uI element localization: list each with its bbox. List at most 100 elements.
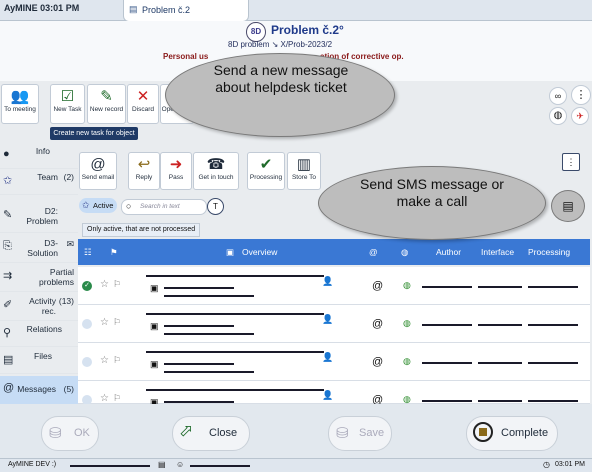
user-icon: 👤 (322, 276, 334, 286)
table-icon: ▤ (158, 460, 166, 469)
user-icon: 👤 (322, 314, 334, 324)
link-icon[interactable]: ∞ (549, 87, 567, 105)
sidebar-item-team[interactable]: ✩ Team (2) (0, 168, 78, 195)
flag-icon[interactable]: ⚐ (113, 355, 121, 366)
status-redacted (70, 465, 150, 467)
table-row[interactable]: ✓ ☆ ⚐ ▣ 👤 @ ◍ (78, 267, 590, 305)
message-icon: ▣ (150, 359, 159, 369)
mail-icon: ✉ (66, 239, 74, 249)
new-record-icon: ✎ (100, 88, 113, 105)
bottom-action-bar: ⛁ OK ⬀ Close ⛁ Save Complete (0, 404, 592, 460)
new-task-tooltip: Create new task for object (50, 127, 138, 140)
reply-icon: ↩ (137, 156, 151, 173)
star-icon[interactable]: ☆ (100, 393, 109, 404)
phone-icon: ☎ (206, 156, 226, 173)
interface-icon: ◍ (403, 318, 411, 328)
ok-button[interactable]: ⛁ OK (41, 416, 99, 451)
col-overview[interactable]: Overview (242, 247, 277, 257)
processing-icon: ✔ (259, 156, 273, 173)
partial-problems-icon: ⇉ (3, 270, 13, 282)
info-icon: ● (3, 148, 10, 160)
star-icon[interactable]: ☆ (100, 279, 109, 290)
close-exit-icon: ⬀ (179, 421, 194, 440)
pass-icon: ➜ (169, 156, 183, 173)
user-icon: 👤 (322, 352, 334, 362)
at-icon: @ (372, 318, 384, 330)
col-processing[interactable]: Processing (528, 247, 570, 257)
send-email-icon: @ (90, 156, 106, 173)
save-icon: ⛁ (336, 425, 349, 442)
search-field[interactable]: ○ Search in text (121, 199, 207, 215)
discard-icon: ✕ (136, 88, 150, 105)
user-icon: ☺ (176, 460, 185, 469)
at-icon: @ (369, 247, 378, 257)
message-icon: ▣ (150, 321, 159, 331)
d3-icon: ⎘ (3, 240, 12, 252)
files-icon: ▤ (3, 354, 14, 366)
text-filter-icon[interactable]: T (207, 198, 224, 215)
star-icon[interactable]: ☆ (100, 317, 109, 328)
active-filter-chip[interactable]: ✩ Active (79, 198, 117, 213)
store-to-button[interactable]: ▥ Store To (287, 152, 321, 190)
sidebar-item-d3[interactable]: ⎘ D3-Solution ✉ (0, 234, 78, 263)
star-icon[interactable]: ☆ (100, 355, 109, 366)
col-author[interactable]: Author (436, 247, 461, 257)
tab-problem[interactable]: ▤ Problem č.2 (123, 0, 249, 22)
flag-icon[interactable]: ⚐ (113, 393, 121, 404)
close-button[interactable]: ⬀ Close (172, 416, 250, 451)
unchecked-icon[interactable] (82, 319, 92, 329)
binders-icon: ▥ (296, 156, 312, 173)
clock-icon: ◷ (543, 460, 550, 469)
team-icon: ✩ (3, 175, 13, 187)
at-icon: @ (372, 356, 384, 368)
table-row[interactable]: ☆ ⚐ ▣ 👤 @ ◍ (78, 305, 590, 343)
more-menu-icon[interactable]: ⋮ (571, 85, 591, 105)
new-task-button[interactable]: ☑ New Task (50, 84, 85, 124)
sidebar-item-messages[interactable]: @ Messages (5) (0, 376, 78, 405)
at-icon: @ (372, 280, 384, 292)
flag-icon: ⚑ (110, 247, 118, 257)
sidebar-item-activity[interactable]: ✐ Activity rec. (13) (0, 292, 78, 321)
save-button[interactable]: ⛁ Save (328, 416, 392, 451)
sidebar-item-relations[interactable]: ⚲ Relations (0, 320, 78, 347)
star-icon: ✩ (82, 200, 90, 210)
checked-icon[interactable]: ✓ (82, 281, 92, 291)
send-email-button[interactable]: @ Send email (79, 152, 117, 190)
page-subtitle: 8D problem ↘ X/Prob-2023/2 (228, 40, 333, 49)
app-title: AyMINE 03:01 PM (4, 3, 80, 13)
status-time: 03:01 PM (555, 461, 585, 468)
globe-col-icon: ◍ (401, 247, 409, 257)
sidebar-item-partial-problems[interactable]: ⇉ Partial problems (0, 263, 78, 292)
complete-icon (473, 422, 493, 442)
flag-icon[interactable]: ⚐ (113, 279, 121, 290)
sidebar-item-d2[interactable]: ✎ D2: Problem (0, 202, 78, 233)
status-bar: AyMINE DEV :) ▤ ☺ ◷ 03:01 PM (0, 458, 592, 472)
ok-icon: ⛁ (49, 425, 62, 442)
to-meeting-button[interactable]: 👥 To meeting (1, 84, 39, 124)
table-row[interactable]: ☆ ⚐ ▣ 👤 @ ◍ (78, 381, 590, 411)
pin-icon[interactable]: ✈ (571, 107, 589, 125)
processing-button[interactable]: ✔ Processing (247, 152, 285, 190)
unchecked-icon[interactable] (82, 357, 92, 367)
user-icon: 👤 (322, 390, 334, 400)
new-record-button[interactable]: ✎ New record (87, 84, 126, 124)
table-row[interactable]: ☆ ⚐ ▣ 👤 @ ◍ (78, 343, 590, 381)
flag-icon[interactable]: ⚐ (113, 317, 121, 328)
filter-hint: Only active, that are not processed (82, 223, 201, 237)
get-in-touch-button[interactable]: ☎ Get in touch (193, 152, 239, 190)
panel-toggle-icon[interactable]: ⋮ (562, 153, 580, 171)
sidebar-item-info[interactable]: ● Info (0, 142, 78, 169)
globe-icon[interactable]: ◍ (549, 107, 567, 125)
discard-button[interactable]: ✕ Discard (127, 84, 159, 124)
messages-icon: @ (3, 382, 15, 394)
reply-button[interactable]: ↩ Reply (128, 152, 160, 190)
list-icon: ☷ (84, 247, 92, 257)
status-redacted-2 (190, 465, 250, 467)
pass-button[interactable]: ➜ Pass (160, 152, 192, 190)
col-interface[interactable]: Interface (481, 247, 514, 257)
callout-sms-tail-icon: ▤ (551, 190, 585, 222)
interface-icon: ◍ (403, 356, 411, 366)
sidebar-item-files[interactable]: ▤ Files (0, 347, 78, 374)
complete-button[interactable]: Complete (466, 416, 558, 451)
meeting-icon: 👥 (10, 88, 30, 105)
